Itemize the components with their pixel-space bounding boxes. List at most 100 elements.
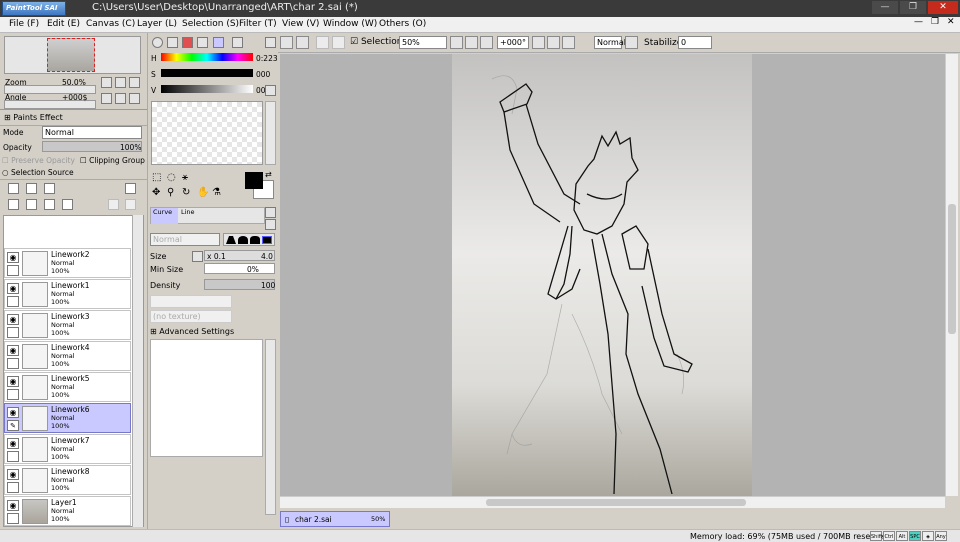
eye-icon[interactable]: ◉ xyxy=(7,314,19,325)
rotate-left-button[interactable] xyxy=(101,93,112,104)
selection-checkbox[interactable]: ☑ Selection xyxy=(350,37,402,47)
transfer-down-icon[interactable] xyxy=(8,199,19,210)
invert-selection-button[interactable] xyxy=(332,36,345,49)
minimize-button[interactable]: — xyxy=(872,1,898,14)
layer-row[interactable]: ◉ Linework7 Normal 100% xyxy=(4,434,131,464)
menu-layer[interactable]: Layer (L) xyxy=(137,19,177,29)
zoom-select[interactable]: 50% xyxy=(399,36,447,49)
clear-layer-icon[interactable] xyxy=(44,199,55,210)
eye-icon[interactable]: ◉ xyxy=(7,500,19,511)
eye-icon[interactable]: ◉ xyxy=(7,345,19,356)
toolbar-rotate-right-button[interactable] xyxy=(547,36,560,49)
edit-lock-icon[interactable] xyxy=(7,265,19,276)
selection-source-radio[interactable]: ○ Selection Source xyxy=(2,168,74,177)
tool-scrollbar[interactable] xyxy=(265,339,276,515)
toolbar-zoom-out-button[interactable] xyxy=(450,36,463,49)
canvas-tab[interactable]: ▯ char 2.sai 50% xyxy=(280,511,390,527)
brush-blend-select[interactable]: Normal xyxy=(150,233,220,246)
canvas-vertical-scrollbar[interactable] xyxy=(945,54,958,496)
menu-view[interactable]: View (V) xyxy=(282,19,319,29)
layer-row[interactable]: ◉ Linework1 Normal 100% xyxy=(4,279,131,309)
bleed-select[interactable] xyxy=(150,295,232,308)
layer-row[interactable]: ◉ Linework4 Normal 100% xyxy=(4,341,131,371)
tab-curve[interactable]: Curve xyxy=(151,208,178,224)
zoom-icon[interactable]: ⚲ xyxy=(167,187,174,198)
canvas-horizontal-thumb[interactable] xyxy=(486,499,746,506)
undo-button[interactable] xyxy=(280,36,293,49)
new-layer-icon[interactable] xyxy=(8,183,19,194)
menu-filter[interactable]: Filter (T) xyxy=(239,19,277,29)
toolbar-rotate-left-button[interactable] xyxy=(532,36,545,49)
eye-icon[interactable]: ◉ xyxy=(7,407,19,418)
apply-mask-icon[interactable] xyxy=(108,199,119,210)
edit-lock-icon[interactable] xyxy=(7,296,19,307)
merge-down-icon[interactable] xyxy=(26,199,37,210)
rotate-right-button[interactable] xyxy=(115,93,126,104)
edit-lock-icon[interactable] xyxy=(7,482,19,493)
clipping-group-checkbox[interactable]: ☐ Clipping Group xyxy=(80,156,145,165)
swatches-tab[interactable] xyxy=(213,37,224,48)
stabilizer-select[interactable]: 0 xyxy=(678,36,712,49)
canvas-vertical-thumb[interactable] xyxy=(948,204,956,334)
texture-select[interactable]: (no texture) xyxy=(150,310,232,323)
close-button[interactable]: ✕ xyxy=(928,1,958,14)
deselect-button[interactable] xyxy=(316,36,329,49)
tab-line[interactable]: Line xyxy=(179,208,206,224)
mask-icon[interactable] xyxy=(125,183,136,194)
toolbar-rotate-reset-button[interactable] xyxy=(562,36,575,49)
layer-row[interactable]: ◉ Linework2 Normal 100% xyxy=(4,248,131,278)
min-size-slider[interactable] xyxy=(204,263,275,274)
menu-edit[interactable]: Edit (E) xyxy=(47,19,80,29)
pen-icon[interactable]: ✎ xyxy=(7,420,19,431)
new-folder-icon[interactable] xyxy=(44,183,55,194)
swatch-scrollbar[interactable] xyxy=(265,101,276,165)
canvas-horizontal-scrollbar[interactable] xyxy=(280,496,945,508)
advanced-settings-toggle[interactable]: ⊞ Advanced Settings xyxy=(150,327,234,336)
tool-menu-button-2[interactable] xyxy=(265,219,276,230)
flip-view-button[interactable] xyxy=(625,36,638,49)
canvas-document[interactable] xyxy=(452,54,752,496)
hsv-slider-tab[interactable] xyxy=(182,37,193,48)
v-panel-menu-button[interactable] xyxy=(265,85,276,96)
eye-icon[interactable]: ◉ xyxy=(7,252,19,263)
hand-icon[interactable]: ✋ xyxy=(197,187,209,198)
layer-list-scrollbar[interactable] xyxy=(132,215,143,527)
blend-mode-select[interactable]: Normal xyxy=(42,126,142,139)
preserve-opacity-checkbox[interactable]: ☐ Preserve Opacity xyxy=(2,156,75,165)
navigator-viewport[interactable] xyxy=(47,38,95,72)
navigator-preview[interactable] xyxy=(4,36,141,74)
menu-others[interactable]: Others (O) xyxy=(379,19,426,29)
tool-menu-button[interactable] xyxy=(265,207,276,218)
menu-canvas[interactable]: Canvas (C) xyxy=(86,19,135,29)
edit-lock-icon[interactable] xyxy=(7,513,19,524)
new-linework-layer-icon[interactable] xyxy=(26,183,37,194)
toolbar-zoom-in-button[interactable] xyxy=(465,36,478,49)
zoom-in-button[interactable] xyxy=(115,77,126,88)
layer-row[interactable]: ◉ Linework3 Normal 100% xyxy=(4,310,131,340)
saturation-slider[interactable] xyxy=(161,69,253,77)
menu-window[interactable]: Window (W) xyxy=(323,19,377,29)
layer-row[interactable]: ◉ Layer1 Normal 100% xyxy=(4,496,131,526)
eye-icon[interactable]: ◉ xyxy=(7,438,19,449)
value-slider[interactable] xyxy=(161,85,253,93)
view-mode-select[interactable]: Normal xyxy=(594,36,626,49)
eye-icon[interactable]: ◉ xyxy=(7,376,19,387)
doc-minimize-button[interactable]: — xyxy=(914,17,923,27)
doc-restore-button[interactable]: ❐ xyxy=(931,17,939,27)
size-multiplier-button[interactable] xyxy=(192,251,203,262)
menu-selection[interactable]: Selection (S) xyxy=(182,19,239,29)
angle-select[interactable]: +000° xyxy=(497,36,529,49)
hue-slider[interactable] xyxy=(161,53,253,61)
rotate-icon[interactable]: ↻ xyxy=(182,187,190,198)
swap-colors-icon[interactable]: ⇄ xyxy=(265,170,272,179)
magic-wand-icon[interactable]: ⚹ xyxy=(182,172,188,183)
layer-row[interactable]: ◉ ✎ Linework6 Normal 100% xyxy=(4,403,131,433)
color-wheel-tab[interactable] xyxy=(152,37,163,48)
edit-lock-icon[interactable] xyxy=(7,327,19,338)
scratchpad-tab[interactable] xyxy=(232,37,243,48)
delete-layer-icon[interactable] xyxy=(62,199,73,210)
menu-file[interactable]: File (F) xyxy=(9,19,39,29)
eyedropper-icon[interactable]: ⚗ xyxy=(212,187,221,198)
edit-lock-icon[interactable] xyxy=(7,389,19,400)
canvas-area[interactable] xyxy=(280,54,945,496)
